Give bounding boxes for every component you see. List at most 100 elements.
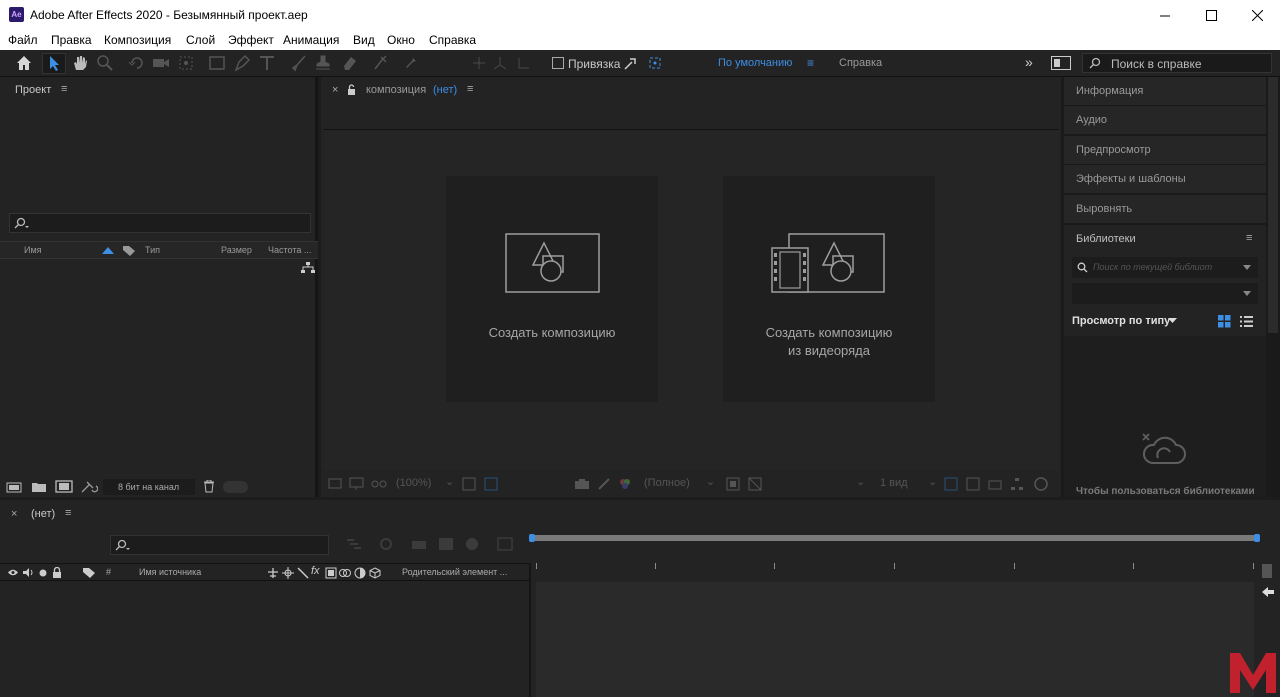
close-timeline-tab-icon[interactable]: × — [11, 508, 17, 520]
trash-icon[interactable] — [203, 480, 215, 493]
shy-layers-icon[interactable] — [411, 537, 427, 551]
panel-effects-presets[interactable]: Эффекты и шаблоны — [1064, 165, 1266, 194]
project-tab[interactable]: Проект — [15, 84, 51, 96]
axis-local-icon[interactable] — [470, 54, 488, 72]
flowchart-view-icon[interactable] — [1010, 477, 1024, 491]
project-menu-icon[interactable]: ≡ — [61, 83, 67, 95]
scroll-thumb[interactable] — [223, 481, 248, 493]
audio-icon[interactable] — [22, 567, 34, 578]
motion-blur-switch-icon[interactable] — [339, 567, 351, 579]
libraries-menu-icon[interactable]: ≡ — [1246, 232, 1252, 244]
column-size[interactable]: Размер — [221, 245, 252, 255]
view-by-dropdown-icon[interactable] — [1168, 318, 1177, 323]
menu-composition[interactable]: Композиция — [104, 33, 171, 47]
column-framerate[interactable]: Частота ... — [268, 245, 311, 255]
timeline-search-input[interactable] — [110, 535, 329, 555]
toggle-transparency-icon[interactable] — [748, 477, 762, 491]
camera-dropdown-icon[interactable]: ⌄ — [856, 475, 865, 488]
views-dropdown-icon[interactable]: ⌄ — [928, 475, 937, 488]
quality-switch-icon[interactable] — [297, 567, 309, 579]
new-composition-icon[interactable] — [55, 480, 73, 493]
pan-behind-tool-icon[interactable] — [177, 54, 195, 72]
eraser-tool-icon[interactable] — [340, 54, 358, 72]
resolution-value[interactable]: (Полное) — [644, 477, 690, 489]
panel-info[interactable]: Информация — [1064, 77, 1266, 106]
always-preview-icon[interactable] — [328, 477, 344, 491]
maximize-button[interactable] — [1188, 0, 1234, 30]
pen-tool-icon[interactable] — [233, 54, 251, 72]
menu-effect[interactable]: Эффект — [228, 33, 274, 47]
lock-icon[interactable] — [347, 84, 356, 95]
menu-window[interactable]: Окно — [387, 33, 415, 47]
menu-view[interactable]: Вид — [353, 33, 375, 47]
view-by-type[interactable]: Просмотр по типу — [1072, 315, 1170, 327]
workspace-help[interactable]: Справка — [839, 57, 882, 69]
adjustment-layer-switch-icon[interactable] — [354, 567, 366, 579]
help-search-box[interactable]: Поиск в справке — [1082, 53, 1272, 73]
menu-help[interactable]: Справка — [429, 33, 476, 47]
zoom-slider-top[interactable] — [1262, 564, 1272, 578]
home-icon[interactable] — [15, 54, 33, 72]
panel-audio[interactable]: Аудио — [1064, 106, 1266, 135]
timeline-icon[interactable] — [988, 477, 1002, 491]
minimize-button[interactable] — [1142, 0, 1188, 30]
zoom-tool-icon[interactable] — [96, 54, 114, 72]
hand-tool-icon[interactable] — [71, 54, 89, 72]
label-tag-icon[interactable] — [82, 567, 96, 579]
label-tag-icon[interactable] — [122, 245, 136, 257]
project-settings-icon[interactable] — [80, 480, 98, 494]
frame-blend-switch-icon[interactable] — [325, 567, 337, 579]
work-area-start-handle[interactable] — [529, 534, 535, 542]
axis-world-icon[interactable] — [491, 54, 509, 72]
axis-view-icon[interactable] — [515, 54, 533, 72]
snap-edge-icon[interactable] — [622, 54, 640, 72]
libraries-search-input[interactable]: Поиск по текущей библиот — [1072, 257, 1258, 278]
frame-blending-icon[interactable] — [438, 537, 454, 551]
workspace-default[interactable]: По умолчанию — [718, 57, 792, 69]
shy-switch-icon[interactable] — [267, 567, 279, 579]
3d-layer-switch-icon[interactable] — [369, 567, 381, 579]
fast-previews-icon[interactable] — [1034, 477, 1048, 491]
eye-icon[interactable] — [7, 568, 19, 577]
work-area-bar[interactable] — [530, 535, 1259, 541]
close-button[interactable] — [1234, 0, 1280, 30]
zoom-level[interactable]: (100%) — [396, 477, 431, 489]
roto-brush-tool-icon[interactable] — [372, 54, 390, 72]
view-options-icon[interactable] — [944, 477, 958, 491]
clone-stamp-tool-icon[interactable] — [314, 54, 332, 72]
type-tool-icon[interactable] — [258, 54, 276, 72]
transparency-grid-icon[interactable] — [484, 477, 498, 491]
sort-ascending-icon[interactable] — [102, 247, 114, 254]
draft-3d-icon[interactable] — [378, 537, 394, 551]
column-parent[interactable]: Родительский элемент ... — [402, 567, 507, 577]
comp-navigator-icon[interactable] — [1260, 585, 1276, 599]
timeline-menu-icon[interactable]: ≡ — [65, 507, 71, 519]
grid-view-icon[interactable] — [1218, 315, 1231, 328]
libraries-title[interactable]: Библиотеки — [1076, 233, 1136, 245]
puppet-pin-tool-icon[interactable] — [402, 54, 420, 72]
composition-tab-value[interactable]: (нет) — [433, 84, 457, 96]
show-snapshot-icon[interactable] — [597, 477, 611, 491]
comp-mini-flowchart-icon[interactable] — [346, 537, 362, 551]
column-type[interactable]: Тип — [145, 245, 160, 255]
reset-exposure-icon[interactable] — [966, 477, 980, 491]
3d-glasses-icon[interactable] — [371, 477, 387, 491]
rotate-tool-icon[interactable] — [128, 54, 146, 72]
composition-tab-label[interactable]: композиция — [366, 84, 426, 96]
right-scrollbar[interactable] — [1268, 77, 1278, 333]
column-number[interactable]: # — [106, 567, 111, 577]
composition-menu-icon[interactable]: ≡ — [467, 83, 473, 95]
snap-grid-icon[interactable] — [646, 54, 664, 72]
column-name[interactable]: Имя — [24, 245, 42, 255]
flowchart-icon[interactable] — [301, 262, 315, 274]
solo-icon[interactable] — [38, 568, 48, 578]
timeline-tracks-area[interactable] — [536, 582, 1254, 697]
new-composition-card[interactable]: Создать композицию — [446, 176, 658, 402]
timeline-tab-label[interactable]: (нет) — [31, 508, 55, 520]
rectangle-tool-icon[interactable] — [208, 54, 226, 72]
color-channels-icon[interactable] — [618, 477, 632, 491]
menu-edit[interactable]: Правка — [51, 33, 92, 47]
camera-tool-icon[interactable] — [152, 54, 170, 72]
collapse-switch-icon[interactable] — [282, 567, 294, 579]
monitor-icon[interactable] — [349, 477, 365, 491]
